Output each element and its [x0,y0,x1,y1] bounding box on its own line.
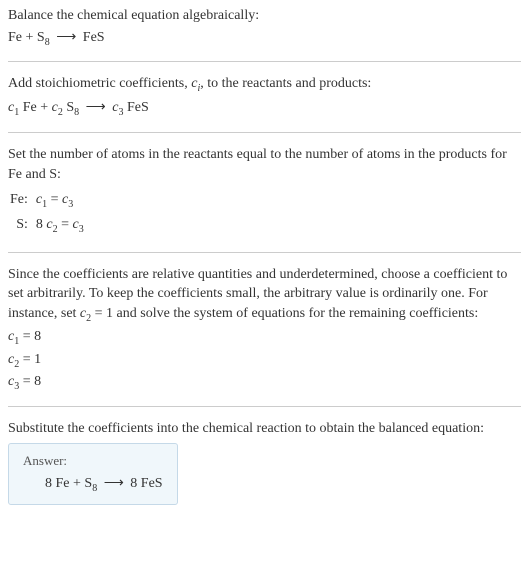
reactant-2-base: S [63,100,74,115]
section-2-intro-b: , to the reactants and products: [200,76,371,91]
coeff-line: c1 = 8 [8,327,521,349]
section-4: Since the coefficients are relative quan… [8,265,521,394]
rhs-sub: 3 [79,224,84,235]
atom-label: S: [10,215,34,238]
plus-sign: + [70,476,85,491]
answer-label: Answer: [23,452,163,470]
arrow-icon: ⟶ [56,30,76,45]
section-5: Substitute the coefficients into the che… [8,419,521,505]
set-eq: = 1 [91,306,113,321]
table-row: Fe: c1 = c3 [10,190,88,213]
section-1-equation: Fe + S8 ⟶ FeS [8,28,521,50]
reactant-1: Fe [8,30,22,45]
lhs-pre: 8 [36,217,47,232]
coeff-line: c2 = 1 [8,350,521,372]
reactant-2-sub: 8 [74,107,79,118]
atom-label: Fe: [10,190,34,213]
divider [8,61,521,62]
section-4-intro: Since the coefficients are relative quan… [8,265,521,326]
section-5-intro: Substitute the coefficients into the che… [8,419,521,439]
section-2-intro: Add stoichiometric coefficients, ci, to … [8,74,521,96]
rhs-sub: 3 [68,199,73,210]
constraint-table: Fe: c1 = c3 S: 8 c2 = c3 [8,188,90,240]
section-1-intro: Balance the chemical equation algebraica… [8,6,521,26]
reactant-1: 8 Fe [45,476,70,491]
divider [8,132,521,133]
eq-sign: = [47,192,62,207]
section-1: Balance the chemical equation algebraica… [8,6,521,49]
reactant-2-sub: 8 [45,36,50,47]
eq-sign: = [58,217,73,232]
coeff-val: = 8 [19,374,41,389]
constraint-eq: c1 = c3 [36,190,88,213]
coeff-val: = 8 [19,329,41,344]
coeff-val: = 1 [19,352,41,367]
answer-equation: 8 Fe + S8 ⟶ 8 FeS [23,474,163,496]
section-2: Add stoichiometric coefficients, ci, to … [8,74,521,120]
divider [8,252,521,253]
reactant-2-sub: 8 [92,483,97,494]
arrow-icon: ⟶ [86,100,106,115]
reactant-2-base: S [37,30,45,45]
reactant-1: Fe [19,100,37,115]
section-3: Set the number of atoms in the reactants… [8,145,521,240]
plus-sign: + [37,100,52,115]
section-2-equation: c1 Fe + c2 S8 ⟶ c3 FeS [8,98,521,120]
plus-sign: + [22,30,37,45]
answer-box: Answer: 8 Fe + S8 ⟶ 8 FeS [8,443,178,505]
coeff-line: c3 = 8 [8,372,521,394]
section-2-intro-a: Add stoichiometric coefficients, [8,76,191,91]
product-1: FeS [83,30,105,45]
section-3-intro: Set the number of atoms in the reactants… [8,145,521,184]
divider [8,406,521,407]
section-4-intro-b: and solve the system of equations for th… [113,306,478,321]
product-1: 8 FeS [130,476,162,491]
arrow-icon: ⟶ [104,476,124,491]
table-row: S: 8 c2 = c3 [10,215,88,238]
constraint-eq: 8 c2 = c3 [36,215,88,238]
product-1: FeS [123,100,148,115]
